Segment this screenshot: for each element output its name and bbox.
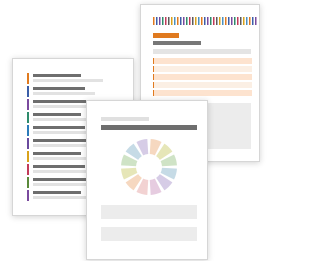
stripe-segment (177, 17, 179, 25)
text-line-dark (33, 126, 85, 129)
text-line-dark (33, 139, 89, 142)
stripe-segment (243, 17, 245, 25)
stripe-segment (201, 17, 203, 25)
stripe-segment (249, 17, 251, 25)
stripe-segment (198, 17, 200, 25)
stripe-segment (189, 17, 191, 25)
text-line-dark (33, 100, 89, 103)
stripe-segment (237, 17, 239, 25)
stripe-segment (207, 17, 209, 25)
stripe-segment (204, 17, 206, 25)
list-item (27, 73, 127, 84)
heading-bar (153, 41, 201, 45)
stripe-segment (240, 17, 242, 25)
stripe-segment (153, 17, 155, 25)
text-line-dark (33, 152, 81, 155)
stripe-segment (192, 17, 194, 25)
color-wheel (121, 139, 177, 195)
stripe-segment (216, 17, 218, 25)
color-marker (27, 73, 29, 84)
stripe-segment (222, 17, 224, 25)
footer-block (101, 227, 197, 241)
list-item (27, 86, 127, 97)
text-line-dark (33, 165, 85, 168)
color-marker (27, 190, 29, 201)
stripe-segment (225, 17, 227, 25)
stripe-segment (234, 17, 236, 25)
stripe-segment (213, 17, 215, 25)
color-marker (27, 164, 29, 175)
stripe-segment (228, 17, 230, 25)
stripe-segment (210, 17, 212, 25)
data-table (153, 58, 252, 98)
color-stripe (153, 17, 257, 25)
stripe-segment (162, 17, 164, 25)
stripe-segment (231, 17, 233, 25)
text-line-dark (33, 113, 81, 116)
text-line-light (33, 92, 95, 95)
color-marker (27, 151, 29, 162)
color-marker (27, 138, 29, 149)
text-line-dark (33, 178, 89, 181)
table-row (153, 90, 252, 96)
footer-block (101, 205, 197, 219)
stripe-segment (174, 17, 176, 25)
table-row (153, 74, 252, 80)
color-marker (27, 177, 29, 188)
color-marker (27, 112, 29, 123)
accent-heading (153, 33, 179, 38)
text-line-dark (33, 87, 85, 90)
title-line (101, 117, 149, 121)
stripe-segment (219, 17, 221, 25)
document-front (86, 100, 208, 260)
stripe-segment (156, 17, 158, 25)
stripe-segment (171, 17, 173, 25)
table-row (153, 82, 252, 88)
color-marker (27, 99, 29, 110)
stripe-segment (255, 17, 257, 25)
stripe-segment (168, 17, 170, 25)
text-line-dark (33, 191, 81, 194)
table-row (153, 58, 252, 64)
stripe-segment (159, 17, 161, 25)
text-line (153, 49, 251, 54)
table-row (153, 66, 252, 72)
stripe-segment (246, 17, 248, 25)
stripe-segment (252, 17, 254, 25)
text-line-dark (33, 74, 81, 77)
stripe-segment (186, 17, 188, 25)
stripe-segment (180, 17, 182, 25)
stripe-segment (165, 17, 167, 25)
color-marker (27, 125, 29, 136)
stripe-segment (183, 17, 185, 25)
text-line-light (33, 79, 103, 82)
title-bar (101, 125, 197, 130)
stripe-segment (195, 17, 197, 25)
color-marker (27, 86, 29, 97)
